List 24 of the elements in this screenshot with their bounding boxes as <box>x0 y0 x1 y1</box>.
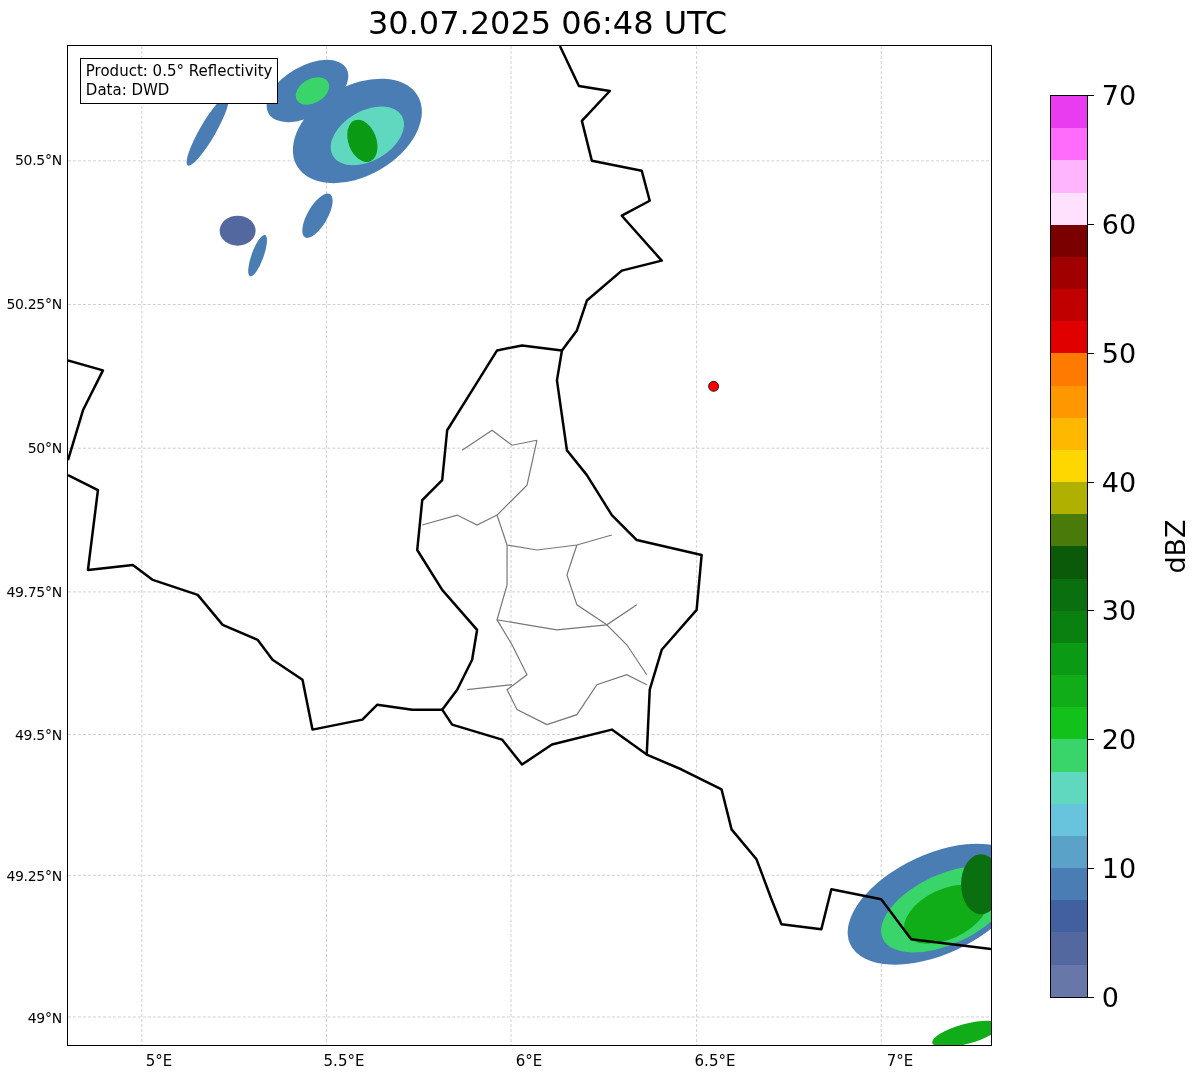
longitude-label: 6.5°E <box>694 1052 736 1070</box>
info-text: Product: 0.5° Reflectivity <box>85 62 273 81</box>
longitude-label: 5°E <box>145 1052 173 1070</box>
colorbar-tick-label: 20 <box>1101 725 1137 753</box>
colorbar-tick-label: 50 <box>1101 339 1137 367</box>
colorbar-label: dBZ <box>1159 519 1191 574</box>
colorbar-tick-label: 10 <box>1101 854 1137 882</box>
colorbar-tick-label: 0 <box>1101 983 1119 1011</box>
colorbar-tick-label: 30 <box>1101 596 1137 624</box>
colorbar-tick-label: 60 <box>1101 210 1137 238</box>
latitude-label: 49.75°N <box>6 584 62 600</box>
latitude-label: 50.25°N <box>6 296 62 312</box>
latitude-label: 49.25°N <box>6 868 62 884</box>
latitude-label: 50°N <box>27 440 62 456</box>
colorbar-tick-label: 70 <box>1101 81 1137 109</box>
longitude-label: 6°E <box>515 1052 543 1070</box>
longitude-label: 5.5°E <box>323 1052 365 1070</box>
chart-title: 30.07.2025 06:48 UTC <box>367 2 728 43</box>
longitude-label: 7°E <box>886 1052 914 1070</box>
colorbar-tick-label: 40 <box>1101 468 1137 496</box>
latitude-label: 49°N <box>27 1010 62 1026</box>
latitude-label: 49.5°N <box>14 727 62 743</box>
latitude-label: 50.5°N <box>14 152 62 168</box>
info-text: Data: DWD <box>85 81 171 100</box>
